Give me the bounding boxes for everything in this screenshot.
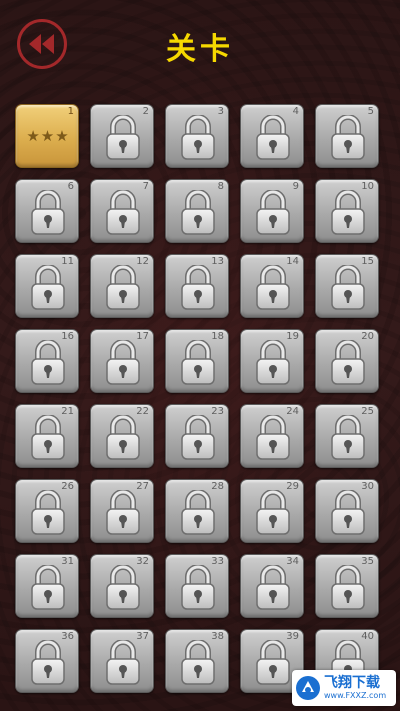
level-tile-12[interactable]: 12 [90, 254, 154, 318]
level-tile-17[interactable]: 17 [90, 329, 154, 393]
level-tile-10[interactable]: 10 [315, 179, 379, 243]
padlock-icon [331, 565, 365, 610]
padlock-icon [331, 265, 365, 310]
level-tile-35[interactable]: 35 [315, 554, 379, 618]
padlock-icon [31, 265, 65, 310]
level-tile-4[interactable]: 4 [240, 104, 304, 168]
padlock-icon [31, 640, 65, 685]
padlock-icon [106, 415, 140, 460]
padlock-icon [106, 490, 140, 535]
padlock-icon [106, 640, 140, 685]
padlock-icon [106, 115, 140, 160]
level-tile-14[interactable]: 14 [240, 254, 304, 318]
padlock-icon [256, 340, 290, 385]
padlock-icon [256, 415, 290, 460]
level-tile-31[interactable]: 31 [15, 554, 79, 618]
level-number: 9 [292, 181, 299, 192]
padlock-icon [31, 490, 65, 535]
level-tile-7[interactable]: 7 [90, 179, 154, 243]
level-tile-27[interactable]: 27 [90, 479, 154, 543]
level-tile-2[interactable]: 2 [90, 104, 154, 168]
level-tile-9[interactable]: 9 [240, 179, 304, 243]
level-number: 3 [217, 106, 224, 117]
level-tile-18[interactable]: 18 [165, 329, 229, 393]
padlock-icon [181, 415, 215, 460]
level-tile-15[interactable]: 15 [315, 254, 379, 318]
fxxz-logo-icon [296, 676, 320, 700]
level-tile-23[interactable]: 23 [165, 404, 229, 468]
level-tile-8[interactable]: 8 [165, 179, 229, 243]
padlock-icon [106, 190, 140, 235]
level-number: 8 [217, 181, 224, 192]
level-tile-13[interactable]: 13 [165, 254, 229, 318]
level-tile-32[interactable]: 32 [90, 554, 154, 618]
padlock-icon [256, 565, 290, 610]
level-tile-6[interactable]: 6 [15, 179, 79, 243]
level-tile-30[interactable]: 30 [315, 479, 379, 543]
level-tile-36[interactable]: 36 [15, 629, 79, 693]
level-tile-1[interactable]: 1 ★★★ [15, 104, 79, 168]
level-tile-37[interactable]: 37 [90, 629, 154, 693]
padlock-icon [31, 415, 65, 460]
padlock-icon [31, 190, 65, 235]
padlock-icon [256, 190, 290, 235]
padlock-icon [331, 190, 365, 235]
level-number: 7 [142, 181, 149, 192]
watermark-name: 飞翔下载 [324, 674, 380, 691]
padlock-icon [106, 565, 140, 610]
padlock-icon [256, 115, 290, 160]
padlock-icon [181, 565, 215, 610]
padlock-icon [256, 490, 290, 535]
watermark-badge: 飞翔下载 www.FXXZ.com [292, 670, 396, 706]
level-tile-33[interactable]: 33 [165, 554, 229, 618]
level-tile-20[interactable]: 20 [315, 329, 379, 393]
level-tile-25[interactable]: 25 [315, 404, 379, 468]
level-tile-5[interactable]: 5 [315, 104, 379, 168]
star-rating: ★★★ [26, 127, 70, 145]
level-tile-24[interactable]: 24 [240, 404, 304, 468]
padlock-icon [181, 490, 215, 535]
level-tile-21[interactable]: 21 [15, 404, 79, 468]
level-number: 6 [67, 181, 74, 192]
padlock-icon [181, 190, 215, 235]
padlock-icon [331, 115, 365, 160]
level-tile-26[interactable]: 26 [15, 479, 79, 543]
level-tile-16[interactable]: 16 [15, 329, 79, 393]
padlock-icon [181, 640, 215, 685]
padlock-icon [31, 340, 65, 385]
level-tile-38[interactable]: 38 [165, 629, 229, 693]
padlock-icon [181, 115, 215, 160]
padlock-icon [31, 565, 65, 610]
padlock-icon [256, 640, 290, 685]
padlock-icon [106, 265, 140, 310]
page-title: 关卡 [166, 32, 234, 67]
padlock-icon [181, 265, 215, 310]
level-tile-3[interactable]: 3 [165, 104, 229, 168]
header: 关卡 [0, 0, 400, 96]
level-tile-29[interactable]: 29 [240, 479, 304, 543]
level-tile-11[interactable]: 11 [15, 254, 79, 318]
level-number: 1 [67, 106, 74, 117]
padlock-icon [331, 490, 365, 535]
level-tile-28[interactable]: 28 [165, 479, 229, 543]
level-tile-22[interactable]: 22 [90, 404, 154, 468]
padlock-icon [331, 340, 365, 385]
padlock-icon [256, 265, 290, 310]
level-number: 5 [367, 106, 374, 117]
watermark-url: www.FXXZ.com [324, 690, 387, 700]
level-tile-34[interactable]: 34 [240, 554, 304, 618]
level-grid: 1 ★★★ 2 3 4 5 6 7 8 9 10 11 12 13 14 15 … [15, 104, 387, 693]
padlock-icon [331, 415, 365, 460]
level-number: 4 [292, 106, 299, 117]
level-number: 2 [142, 106, 149, 117]
padlock-icon [181, 340, 215, 385]
level-tile-19[interactable]: 19 [240, 329, 304, 393]
padlock-icon [106, 340, 140, 385]
